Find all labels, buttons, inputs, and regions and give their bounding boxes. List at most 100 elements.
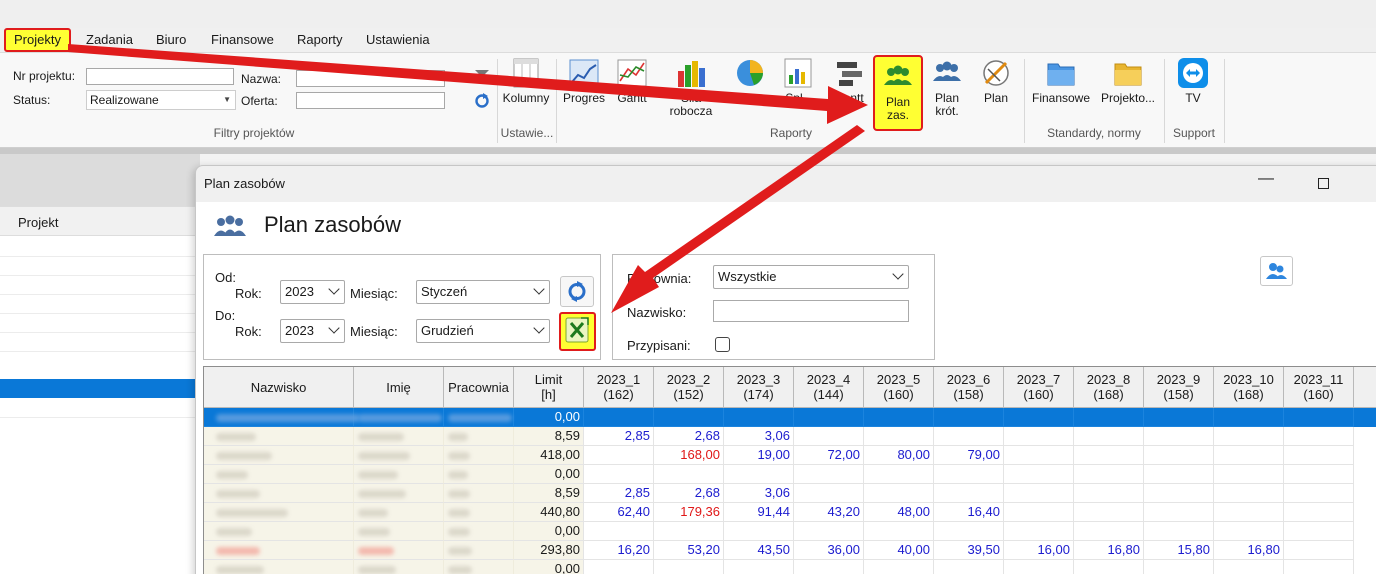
- selected-project-row[interactable]: [0, 379, 200, 398]
- month-value-cell: [864, 465, 934, 484]
- table-row[interactable]: 0,00: [204, 560, 1376, 574]
- table-row[interactable]: 418,00 168,00 19,00 72,00 80,00 79,00: [204, 446, 1376, 465]
- maximize-button[interactable]: [1318, 178, 1329, 189]
- blurred-text: [216, 490, 260, 498]
- teamviewer-button[interactable]: TV: [1172, 57, 1214, 127]
- column-header[interactable]: Nazwisko: [204, 367, 354, 408]
- blurred-text: [448, 528, 470, 536]
- menu-zadania[interactable]: Zadania: [82, 28, 137, 52]
- blurred-text: [216, 452, 272, 460]
- menu-raporty[interactable]: Raporty: [293, 28, 347, 52]
- redacted-cell: [354, 541, 444, 560]
- column-header[interactable]: 2023_4 (144): [794, 367, 864, 408]
- projekt-header-label: Projekt: [18, 215, 59, 230]
- month-value-cell: [1144, 484, 1214, 503]
- column-header[interactable]: 2023_10 (168): [1214, 367, 1284, 408]
- redacted-cell: [354, 465, 444, 484]
- column-header[interactable]: 2023_8 (168): [1074, 367, 1144, 408]
- projekt-column-header[interactable]: Projekt: [0, 206, 200, 236]
- month-value-cell: [1284, 408, 1354, 427]
- od-rok-select[interactable]: 2023: [280, 280, 345, 304]
- redacted-cell: [354, 446, 444, 465]
- progress-chart-icon: [568, 57, 600, 89]
- table-row[interactable]: 8,59 2,85 2,68 3,06: [204, 484, 1376, 503]
- column-header[interactable]: 2023_6 (158): [934, 367, 1004, 408]
- splata-button[interactable]: Spł...: [780, 57, 818, 127]
- blurred-text: [448, 471, 468, 479]
- przypisani-label: Przypisani:: [627, 338, 691, 353]
- month-value-cell: 16,80: [1214, 541, 1284, 560]
- column-header[interactable]: 2023_1 (162): [584, 367, 654, 408]
- menu-projekty[interactable]: Projekty: [4, 28, 71, 52]
- redacted-cell: [444, 503, 514, 522]
- nazwisko-input[interactable]: [713, 300, 909, 322]
- do-rok-select[interactable]: 2023: [280, 319, 345, 343]
- people-icon: [882, 61, 914, 93]
- status-button[interactable]: Status: [727, 57, 773, 127]
- do-miesiac-select[interactable]: Grudzień: [416, 319, 550, 343]
- month-value-cell: [1074, 427, 1144, 446]
- table-row[interactable]: 0,00: [204, 465, 1376, 484]
- nazwa-input[interactable]: [296, 70, 445, 87]
- table-row[interactable]: 0,00: [204, 522, 1376, 541]
- menu-biuro[interactable]: Biuro: [152, 28, 190, 52]
- oferta-input[interactable]: [296, 92, 445, 109]
- table-row[interactable]: 8,59 2,85 2,68 3,06: [204, 427, 1376, 446]
- kolumny-button[interactable]: Kolumny: [502, 57, 550, 127]
- projekto-button[interactable]: Projekto...: [1098, 57, 1158, 127]
- table-row[interactable]: 440,80 62,40 179,36 91,44 43,20 48,00 16,40: [204, 503, 1376, 522]
- assign-person-button[interactable]: [1260, 256, 1293, 286]
- table-row[interactable]: 0,00: [204, 408, 1376, 427]
- column-header[interactable]: 20: [1354, 367, 1376, 408]
- plan-button[interactable]: Plan: [977, 57, 1015, 127]
- people-header-icon: [212, 214, 248, 238]
- refresh-button[interactable]: [560, 276, 594, 307]
- table-row[interactable]: 293,80 16,20 53,20 43,50 36,00 40,00 39,50 16,0…: [204, 541, 1376, 560]
- column-header[interactable]: 2023_11 (160): [1284, 367, 1354, 408]
- finansowe-button[interactable]: Finansowe: [1029, 57, 1093, 127]
- ruler-pencil-icon: [980, 57, 1012, 89]
- progres-button[interactable]: Progres: [560, 57, 608, 127]
- sila-robocza-button[interactable]: Siła robocza: [664, 57, 718, 127]
- excel-export-button[interactable]: [559, 312, 596, 351]
- column-header[interactable]: 2023_5 (160): [864, 367, 934, 408]
- month-value-cell: [1074, 560, 1144, 574]
- pracownia-select[interactable]: Wszystkie: [713, 265, 909, 289]
- rok-label: Rok:: [235, 286, 262, 301]
- column-header[interactable]: Pracownia: [444, 367, 514, 408]
- month-value-cell: [654, 465, 724, 484]
- column-header[interactable]: Limit [h]: [514, 367, 584, 408]
- redacted-cell: [444, 465, 514, 484]
- support-group-label: Support: [1172, 126, 1216, 140]
- chevron-down-icon: [328, 322, 340, 334]
- plan-krot-button[interactable]: Plan krót.: [928, 57, 966, 127]
- blurred-text: [358, 414, 442, 422]
- progres-label: Progres: [562, 91, 606, 105]
- excel-icon: [565, 317, 589, 343]
- clear-filter-icon[interactable]: [474, 69, 490, 83]
- column-header[interactable]: 2023_7 (160): [1004, 367, 1074, 408]
- list-row-divider: [0, 256, 200, 257]
- status-select[interactable]: Realizowane ▼: [86, 90, 236, 110]
- redacted-cell: [204, 541, 354, 560]
- month-value-cell: [794, 484, 864, 503]
- blurred-text: [448, 414, 512, 422]
- blurred-text: [358, 433, 404, 441]
- menu-ustawienia[interactable]: Ustawienia: [362, 28, 434, 52]
- gantt-small-button[interactable]: Gantt: [612, 57, 652, 127]
- column-header[interactable]: 2023_9 (158): [1144, 367, 1214, 408]
- przypisani-checkbox[interactable]: [715, 337, 730, 352]
- minimize-button[interactable]: —: [1258, 170, 1274, 188]
- nr-projektu-input[interactable]: [86, 68, 234, 85]
- od-miesiac-select[interactable]: Styczeń: [416, 280, 550, 304]
- refresh-icon[interactable]: [474, 93, 490, 109]
- month-value-cell: [1004, 503, 1074, 522]
- redacted-cell: [354, 522, 444, 541]
- column-header[interactable]: Imię: [354, 367, 444, 408]
- column-header[interactable]: 2023_3 (174): [724, 367, 794, 408]
- gantt-button[interactable]: Gantt: [828, 57, 870, 127]
- menu-finansowe[interactable]: Finansowe: [207, 28, 278, 52]
- column-header[interactable]: 2023_2 (152): [654, 367, 724, 408]
- plan-zas-button[interactable]: Plan zas.: [873, 55, 923, 131]
- pie-chart-icon: [734, 57, 766, 89]
